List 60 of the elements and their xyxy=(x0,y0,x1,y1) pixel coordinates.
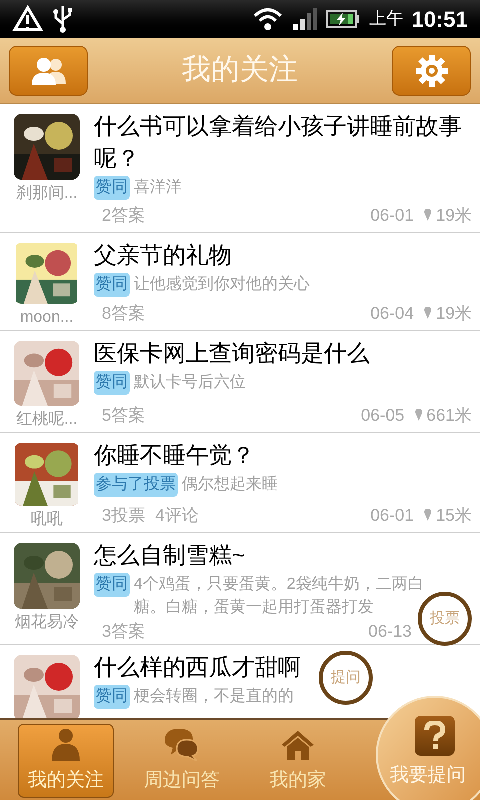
settings-button[interactable] xyxy=(392,46,471,96)
user-name: 刹那间... xyxy=(16,184,78,204)
distance-text: 19米 xyxy=(436,204,472,226)
location-pin-icon xyxy=(414,409,423,422)
question-row[interactable]: moon... 父亲节的礼物 赞同 让他感觉到你对他的关心 8答案 06-04 19米 xyxy=(0,233,480,331)
chat-bubbles-icon xyxy=(163,726,201,760)
page-title: 我的关注 xyxy=(182,52,298,88)
tag-badge: 参与了投票 xyxy=(94,473,178,497)
date-text: 06-04 xyxy=(370,302,414,324)
question-mark-icon xyxy=(415,716,455,756)
wifi-icon xyxy=(252,6,284,32)
home-icon xyxy=(280,728,316,760)
battery-charging-icon xyxy=(326,8,360,30)
location-pin-icon xyxy=(424,509,432,522)
usb-icon xyxy=(52,4,74,34)
answer-text: 让他感觉到你对他的关心 xyxy=(134,274,310,295)
user-name: 烟花易冷 xyxy=(15,612,79,633)
date-text: 06-01 xyxy=(370,204,414,226)
date-text: 06-05 xyxy=(361,404,405,426)
question-title: 怎么自制雪糕~ xyxy=(94,541,246,570)
answer-text: 偶尔想起来睡 xyxy=(182,474,278,495)
contacts-button[interactable] xyxy=(9,46,88,96)
question-title: 父亲节的礼物 xyxy=(94,241,232,270)
date-text: 06-13 xyxy=(368,621,412,643)
question-row[interactable]: 红桃呢... 医保卡网上查询密码是什么 赞同 默认卡号后六位 5答案 06-05 661米 xyxy=(0,331,480,433)
question-title: 医保卡网上查询密码是什么 xyxy=(94,339,370,368)
tag-badge: 赞同 xyxy=(94,273,130,297)
question-row[interactable]: 刹那间... 什么书可以拿着给小孩子讲睡前故事呢？ 赞同 喜洋洋 2答案 06-01 19米 xyxy=(0,104,480,233)
location-pin-icon xyxy=(424,307,432,320)
warning-icon xyxy=(12,5,44,33)
date-text: 06-01 xyxy=(370,504,414,526)
clock-text: 10:51 xyxy=(412,6,468,34)
user-name: 红桃呢... xyxy=(16,410,78,430)
count-text: 3答案 xyxy=(102,621,146,643)
distance-text: 661米 xyxy=(426,404,472,426)
count-text: 5答案 xyxy=(102,404,146,426)
tag-badge: 赞同 xyxy=(94,573,130,597)
distance-text: 19米 xyxy=(436,302,472,324)
user-name: moon... xyxy=(20,308,74,328)
tag-badge: 赞同 xyxy=(94,371,130,395)
location-pin-icon xyxy=(424,209,432,222)
user-name: 吼吼 xyxy=(31,510,63,530)
count-text: 2答案 xyxy=(102,204,146,226)
signal-icon xyxy=(292,7,318,31)
answer-text: 喜洋洋 xyxy=(134,178,182,198)
count-text: 8答案 xyxy=(102,302,146,324)
count-text: 3投票 xyxy=(102,504,146,526)
distance-text: 15米 xyxy=(436,504,472,526)
question-title: 什么书可以拿着给小孩子讲睡前故事呢？ xyxy=(94,112,463,173)
question-row[interactable]: 吼吼 你睡不睡午觉？ 参与了投票 偶尔想起来睡 3投票 4评论 06-01 15米 xyxy=(0,433,480,533)
question-title: 你睡不睡午觉？ xyxy=(94,441,255,470)
answer-text: 默认卡号后六位 xyxy=(134,372,246,393)
question-title: 什么样的西瓜才甜啊 xyxy=(94,653,301,682)
tag-badge: 赞同 xyxy=(94,176,130,200)
am-pm-text: 上午 xyxy=(370,8,404,30)
settings-icon xyxy=(414,54,448,88)
person-icon xyxy=(49,726,83,760)
count-text: 4评论 xyxy=(155,504,199,526)
answer-text: 梗会转圈，不是直的的 xyxy=(134,686,294,707)
tag-badge: 赞同 xyxy=(94,685,130,709)
